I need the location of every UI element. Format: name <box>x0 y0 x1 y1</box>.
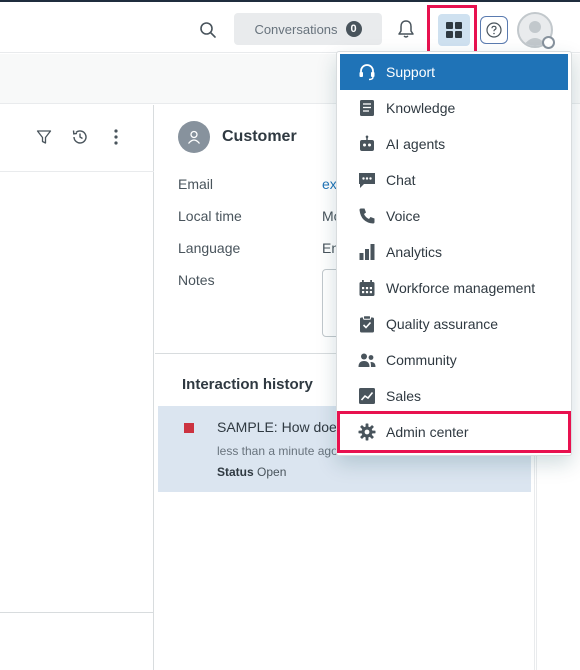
chat-icon <box>357 170 377 190</box>
history-icon[interactable] <box>70 127 90 147</box>
products-menu: Support Knowledge AI agents Chat Voice A… <box>336 51 572 456</box>
menu-item-label: Knowledge <box>386 100 456 116</box>
email-value[interactable]: ex <box>322 176 337 192</box>
ticket-status-icon <box>184 423 194 433</box>
ticket-timestamp: less than a minute ago <box>217 444 338 458</box>
email-label: Email <box>178 176 214 192</box>
robot-icon <box>357 134 377 154</box>
bell-icon[interactable] <box>394 16 418 42</box>
gear-icon <box>357 422 377 442</box>
presence-status-icon <box>542 36 555 49</box>
ticket-status: Status Open <box>217 465 286 479</box>
menu-item-ai-agents[interactable]: AI agents <box>340 126 568 162</box>
menu-item-workforce-management[interactable]: Workforce management <box>340 270 568 306</box>
conversations-label: Conversations <box>254 21 338 37</box>
menu-item-voice[interactable]: Voice <box>340 198 568 234</box>
menu-item-admin-center[interactable]: Admin center <box>337 411 571 453</box>
grid-icon <box>446 22 462 38</box>
customer-avatar <box>178 121 210 153</box>
conversations-button[interactable]: Conversations 0 <box>234 13 382 45</box>
status-value: Open <box>257 465 287 479</box>
phone-icon <box>357 206 377 226</box>
menu-item-support[interactable]: Support <box>340 54 568 90</box>
bar-chart-icon <box>357 242 377 262</box>
filter-icon[interactable] <box>34 127 54 147</box>
more-options-icon[interactable] <box>106 127 126 147</box>
status-label: Status <box>217 465 254 479</box>
clipboard-check-icon <box>357 314 377 334</box>
calendar-icon <box>357 278 377 298</box>
menu-item-label: Voice <box>386 208 421 224</box>
menu-item-knowledge[interactable]: Knowledge <box>340 90 568 126</box>
divider <box>0 612 154 613</box>
menu-item-label: Analytics <box>386 244 443 260</box>
conversations-count-badge: 0 <box>345 21 362 37</box>
headset-icon <box>357 62 377 82</box>
menu-item-label: Admin center <box>386 424 469 440</box>
menu-item-label: AI agents <box>386 136 446 152</box>
menu-item-label: Workforce management <box>386 280 536 296</box>
menu-item-label: Quality assurance <box>386 316 499 332</box>
help-icon[interactable] <box>480 16 508 44</box>
menu-item-label: Chat <box>386 172 416 188</box>
products-grid-button[interactable] <box>438 14 470 46</box>
menu-item-label: Support <box>386 64 436 80</box>
trend-chart-icon <box>357 386 377 406</box>
search-icon[interactable] <box>196 18 220 42</box>
divider <box>0 171 154 172</box>
menu-item-chat[interactable]: Chat <box>340 162 568 198</box>
book-icon <box>357 98 377 118</box>
menu-item-analytics[interactable]: Analytics <box>340 234 568 270</box>
menu-item-label: Community <box>386 352 457 368</box>
menu-item-quality-assurance[interactable]: Quality assurance <box>340 306 568 342</box>
menu-item-sales[interactable]: Sales <box>340 378 568 414</box>
local-time-label: Local time <box>178 208 242 224</box>
language-label: Language <box>178 240 241 256</box>
person-icon <box>187 130 201 144</box>
ticket-subject[interactable]: SAMPLE: How does <box>217 419 344 435</box>
customer-title: Customer <box>222 128 297 145</box>
top-bar: Conversations 0 <box>0 0 580 54</box>
menu-item-label: Sales <box>386 388 422 404</box>
interaction-history-title: Interaction history <box>182 376 313 393</box>
views-panel <box>0 105 154 670</box>
notes-label: Notes <box>178 272 215 288</box>
menu-item-community[interactable]: Community <box>340 342 568 378</box>
people-icon <box>357 350 377 370</box>
